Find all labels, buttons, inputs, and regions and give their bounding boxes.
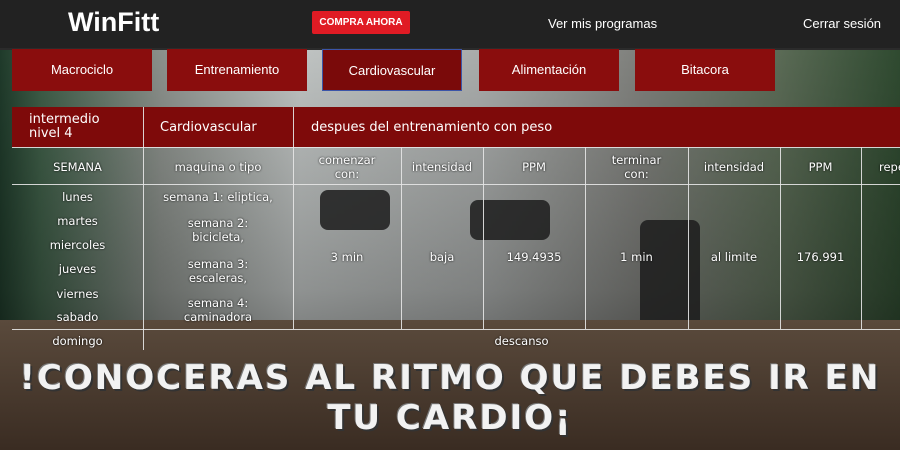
- cardio-table: intermedio nivel 4 Cardiovascular despue…: [12, 107, 900, 350]
- level-label: intermedio nivel 4: [29, 112, 100, 141]
- tab-cardiovascular[interactable]: Cardiovascular: [322, 49, 462, 91]
- start-duration: 3 min: [330, 250, 364, 264]
- machine-week-4: semana 4: caminadora: [183, 296, 253, 324]
- col-header-terminar: terminar con:: [611, 153, 662, 181]
- day-lunes: lunes: [62, 190, 93, 204]
- col-header-comenzar: comenzar con:: [318, 153, 376, 181]
- day-sabado: sabado: [56, 310, 99, 324]
- col-header-repe: repe: [879, 160, 900, 174]
- col-header-maquina: maquina o tipo: [174, 160, 262, 174]
- machine-week-2: semana 2: bicicleta,: [187, 216, 249, 244]
- rest-label: descanso: [494, 334, 549, 348]
- logout-link[interactable]: Cerrar sesión: [803, 16, 881, 31]
- start-ppm: 149.4935: [506, 250, 562, 264]
- end-ppm: 176.991: [796, 250, 845, 264]
- col-header-ppm-1: PPM: [522, 160, 546, 174]
- table-header-band: intermedio nivel 4 Cardiovascular despue…: [12, 107, 900, 147]
- col-header-semana: SEMANA: [53, 160, 102, 174]
- buy-now-button[interactable]: COMPRA AHORA: [312, 11, 410, 34]
- machine-week-1: semana 1: eliptica,: [163, 190, 273, 204]
- day-martes: martes: [57, 214, 98, 228]
- col-header-intensidad-2: intensidad: [703, 160, 765, 174]
- end-intensity: al limite: [710, 250, 758, 264]
- start-intensity: baja: [429, 250, 455, 264]
- section-tabs: Macrociclo Entrenamiento Cardiovascular …: [0, 49, 900, 92]
- day-jueves: jueves: [58, 262, 97, 276]
- tab-entrenamiento[interactable]: Entrenamiento: [167, 49, 307, 91]
- motivational-banner: !CONOCERAS AL RITMO QUE DEBES IR EN TU C…: [19, 358, 881, 438]
- brand-logo[interactable]: WinFitt: [68, 7, 159, 38]
- description-label: despues del entrenamiento con peso: [311, 119, 553, 135]
- tab-macrociclo[interactable]: Macrociclo: [12, 49, 152, 91]
- top-navigation-bar: WinFitt COMPRA AHORA Ver mis programas C…: [0, 0, 900, 48]
- col-header-ppm-2: PPM: [808, 160, 833, 174]
- end-duration: 1 min: [620, 250, 653, 264]
- tab-bitacora[interactable]: Bitacora: [635, 49, 775, 91]
- category-label: Cardiovascular: [160, 119, 257, 135]
- my-programs-link[interactable]: Ver mis programas: [548, 16, 657, 31]
- machine-week-3: semana 3: escaleras,: [187, 257, 249, 285]
- day-miercoles: miercoles: [49, 238, 106, 252]
- day-domingo: domingo: [52, 334, 103, 348]
- day-viernes: viernes: [56, 287, 99, 301]
- col-header-intensidad-1: intensidad: [411, 160, 473, 174]
- tab-alimentacion[interactable]: Alimentación: [479, 49, 619, 91]
